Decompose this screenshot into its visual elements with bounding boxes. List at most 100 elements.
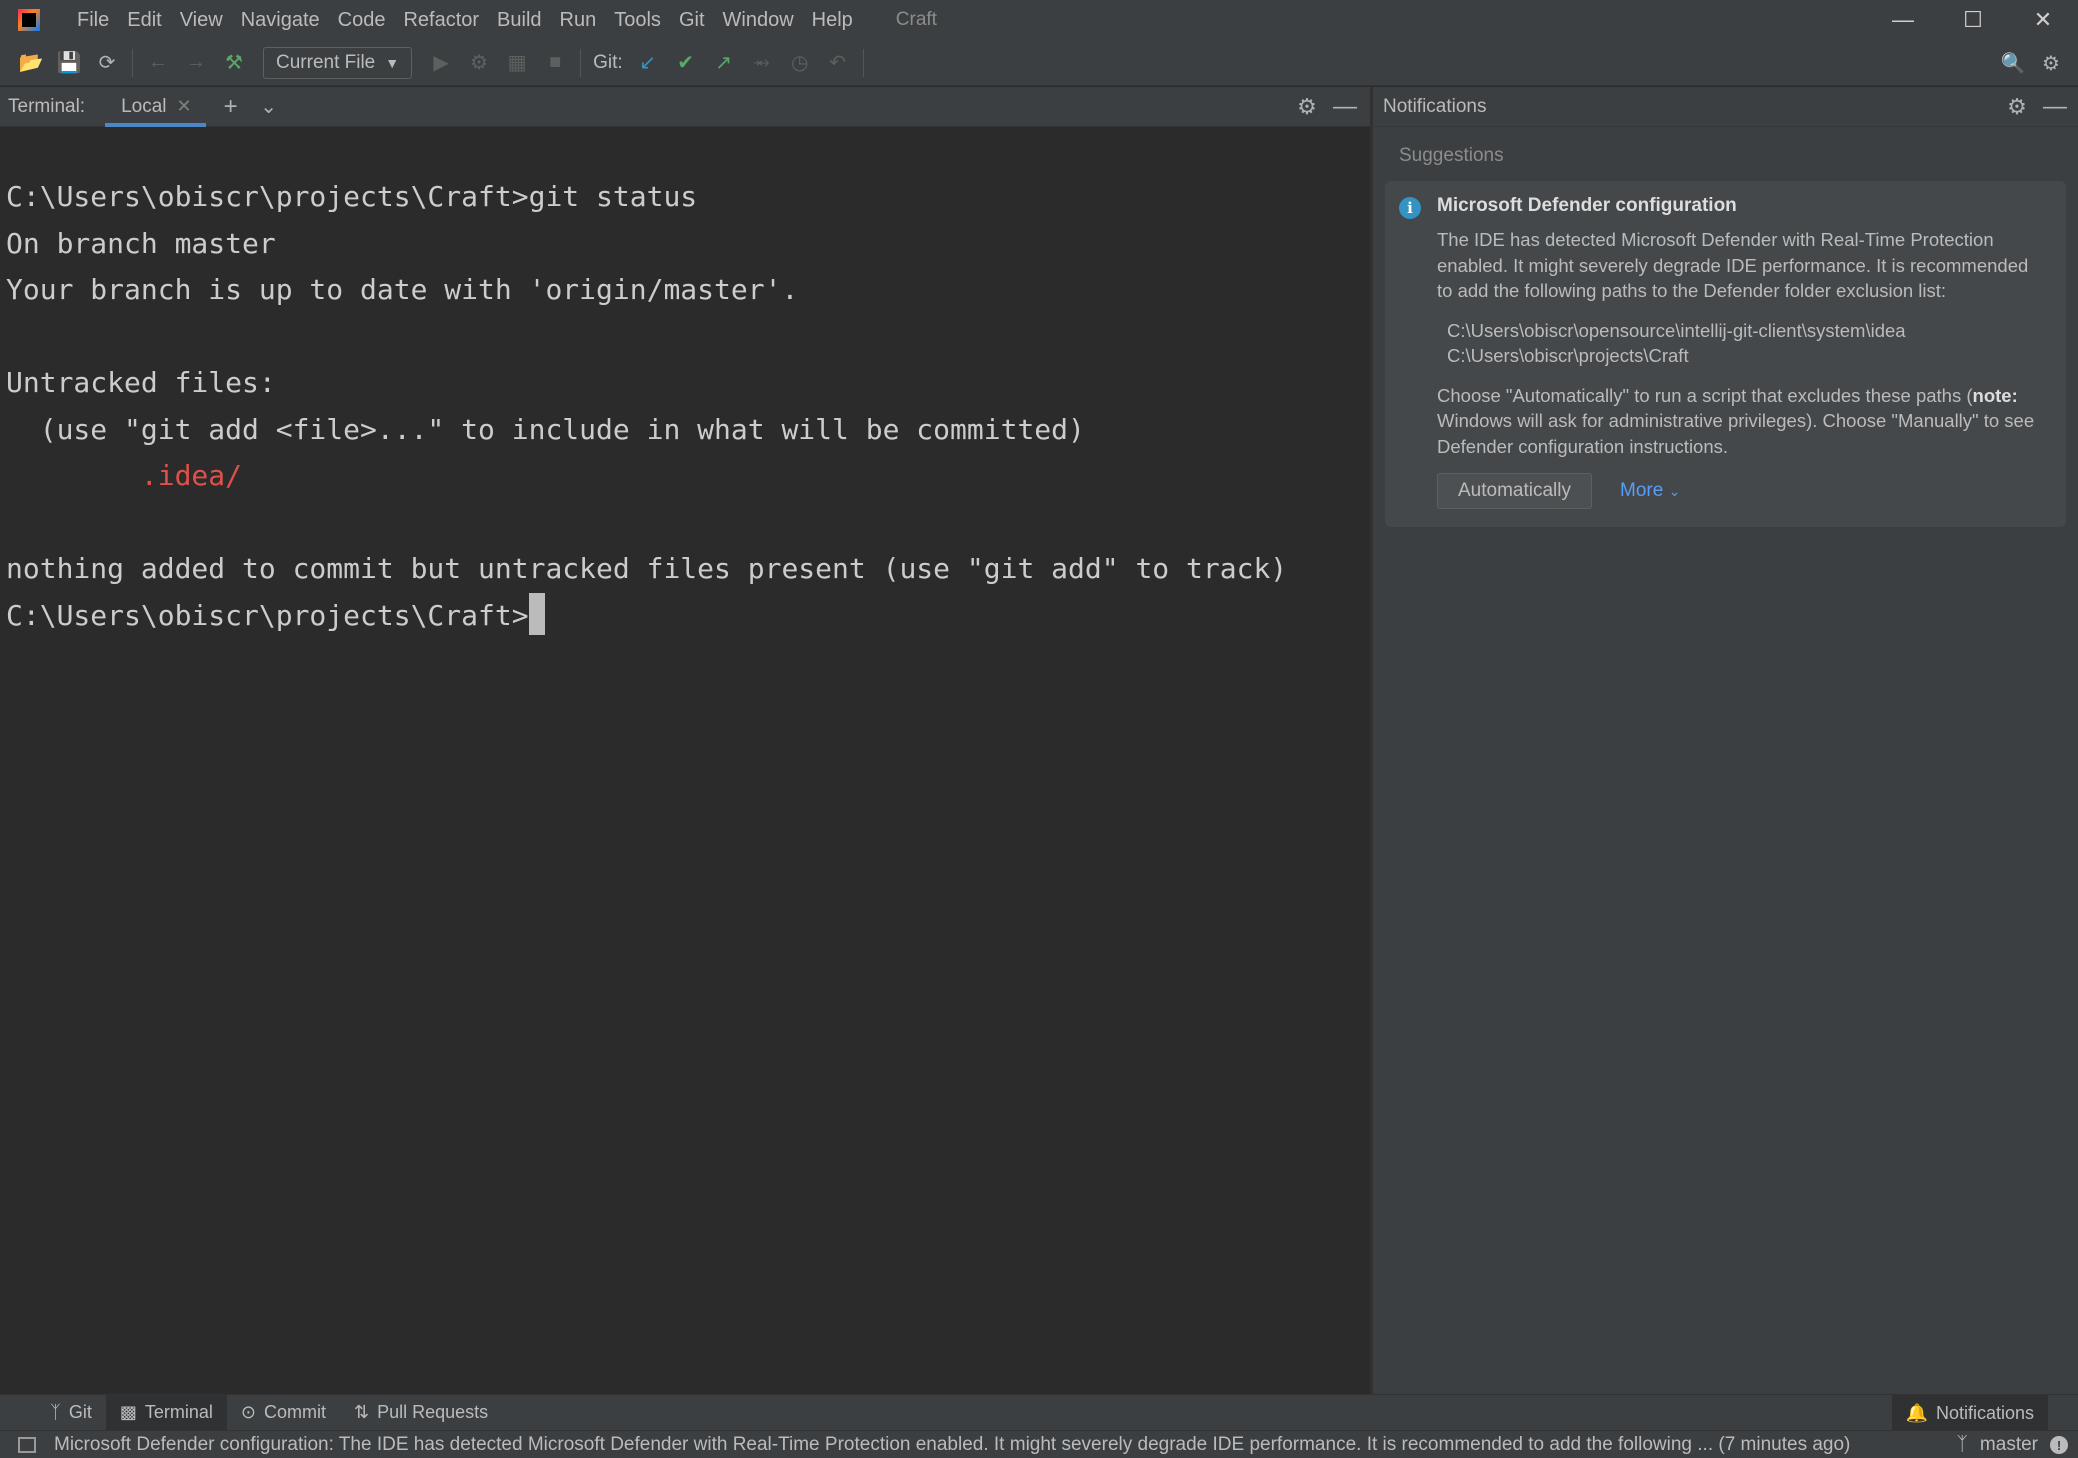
git-update-icon[interactable]: ↙	[629, 44, 667, 82]
toolbar-right: 🔍 ⚙	[1994, 44, 2070, 82]
notifications-header-actions: ⚙ —	[1998, 87, 2074, 127]
main-menu: File Edit View Navigate Code Refactor Bu…	[68, 0, 862, 40]
menu-window[interactable]: Window	[714, 0, 803, 40]
terminal-header: Terminal: Local ✕ + ⌄ ⚙ —	[0, 87, 1370, 127]
open-folder-icon[interactable]: 📂	[12, 44, 50, 82]
new-tab-icon[interactable]: +	[212, 87, 250, 127]
more-label: More	[1620, 480, 1664, 501]
help-icon[interactable]: !	[2050, 1436, 2068, 1454]
rollback-icon[interactable]: ↶	[819, 44, 857, 82]
git-commit-icon[interactable]: ✔	[667, 44, 705, 82]
instructions-text: Choose "Automatically" to run a script t…	[1437, 384, 1973, 406]
build-hammer-icon[interactable]: ⚒	[215, 44, 253, 82]
menu-help[interactable]: Help	[803, 0, 862, 40]
exclusion-path: C:\Users\obiscr\projects\Craft	[1447, 345, 1689, 366]
app-logo-icon	[18, 9, 40, 31]
terminal-output[interactable]: C:\Users\obiscr\projects\Craft>git statu…	[0, 128, 1370, 1394]
chevron-down-icon: ▼	[385, 54, 400, 71]
tool-label: Pull Requests	[377, 1402, 489, 1422]
pull-request-icon: ⇅	[353, 1402, 370, 1422]
toolbar-divider	[862, 48, 864, 77]
terminal-line: C:\Users\obiscr\projects\Craft>git statu…	[6, 180, 698, 213]
minimize-icon[interactable]: —	[1868, 0, 1938, 40]
notifications-title: Notifications	[1383, 95, 1487, 117]
terminal-cursor	[528, 592, 545, 635]
run-config-selector[interactable]: Current File ▼	[263, 46, 413, 79]
menu-code[interactable]: Code	[329, 0, 395, 40]
instructions-note: note:	[1972, 384, 2018, 406]
close-icon[interactable]: ✕	[2008, 0, 2078, 40]
stop-icon[interactable]: ■	[536, 44, 574, 82]
tool-label: Terminal	[144, 1402, 213, 1422]
tool-windows-toggle-icon[interactable]	[18, 1436, 36, 1453]
tool-window-bar: ᛉ Git ▩ Terminal ⊙ Commit ⇅ Pull Request…	[0, 1394, 2078, 1431]
main-toolbar: 📂 💾 ⟳ ← → ⚒ Current File ▼ ▶ ⚙ ▦ ■ Git: …	[0, 40, 2078, 86]
tool-git[interactable]: ᛉ Git	[36, 1395, 106, 1431]
menu-file[interactable]: File	[68, 0, 118, 40]
gear-icon[interactable]: ⚙	[1998, 87, 2036, 127]
tab-local[interactable]: Local ✕	[105, 87, 206, 127]
terminal-title: Terminal:	[8, 95, 86, 117]
tool-commit[interactable]: ⊙ Commit	[227, 1395, 340, 1431]
back-icon[interactable]: ←	[139, 44, 177, 82]
exclusion-path: C:\Users\obiscr\opensource\intellij-git-…	[1447, 319, 1906, 341]
git-branch-widget[interactable]: master	[1980, 1434, 2038, 1456]
notification-title: Microsoft Defender configuration	[1437, 195, 1737, 216]
untracked-file-line: .idea/	[6, 459, 243, 492]
title-bar: File Edit View Navigate Code Refactor Bu…	[0, 0, 2078, 40]
more-dropdown[interactable]: More ⌄	[1620, 480, 1680, 502]
notifications-header: Notifications ⚙ —	[1373, 87, 2078, 127]
tool-label: Notifications	[1935, 1402, 2034, 1423]
tool-terminal[interactable]: ▩ Terminal	[105, 1394, 227, 1431]
git-branches-icon[interactable]: ⥇	[743, 44, 781, 82]
terminal-icon: ▩	[119, 1402, 137, 1422]
debug-icon[interactable]: ⚙	[460, 44, 498, 82]
menu-tools[interactable]: Tools	[605, 0, 670, 40]
terminal-line: Your branch is up to date with 'origin/m…	[6, 273, 799, 306]
settings-icon[interactable]: ⚙	[2032, 44, 2070, 82]
coverage-icon[interactable]: ▦	[498, 44, 536, 82]
menu-view[interactable]: View	[171, 0, 232, 40]
save-icon[interactable]: 💾	[50, 44, 88, 82]
toolbar-divider	[580, 48, 582, 77]
maximize-icon[interactable]: ☐	[1938, 0, 2008, 40]
suggestions-heading: Suggestions	[1399, 145, 1504, 166]
terminal-line: (use "git add <file>..." to include in w…	[6, 412, 1085, 446]
notification-actions: Automatically More ⌄	[1437, 473, 2048, 509]
sync-icon[interactable]: ⟳	[88, 44, 126, 82]
chevron-down-icon[interactable]: ⌄	[250, 87, 288, 127]
menu-run[interactable]: Run	[551, 0, 606, 40]
branch-icon: ᛉ	[50, 1402, 61, 1422]
gear-icon[interactable]: ⚙	[1288, 87, 1326, 127]
instructions-text: Windows will ask for administrative priv…	[1437, 410, 2035, 457]
run-icon[interactable]: ▶	[422, 44, 460, 82]
bell-icon: 🔔	[1905, 1402, 1928, 1423]
terminal-prompt: C:\Users\obiscr\projects\Craft>	[6, 598, 529, 632]
forward-icon[interactable]: →	[177, 44, 215, 82]
history-icon[interactable]: ◷	[781, 44, 819, 82]
menu-edit[interactable]: Edit	[118, 0, 170, 40]
menu-git[interactable]: Git	[670, 0, 714, 40]
commit-icon: ⊙	[240, 1402, 256, 1422]
hide-panel-icon[interactable]: —	[2036, 87, 2074, 127]
automatically-button[interactable]: Automatically	[1437, 473, 1592, 509]
branch-icon: ᛉ	[1956, 1434, 1968, 1455]
menu-refactor[interactable]: Refactor	[394, 0, 488, 40]
menu-build[interactable]: Build	[488, 0, 550, 40]
git-push-icon[interactable]: ↗	[705, 44, 743, 82]
status-message[interactable]: Microsoft Defender configuration: The ID…	[54, 1434, 1890, 1456]
menu-navigate[interactable]: Navigate	[232, 0, 329, 40]
hide-panel-icon[interactable]: —	[1326, 87, 1364, 127]
terminal-header-actions: ⚙ —	[1288, 87, 1364, 127]
tool-notifications[interactable]: 🔔 Notifications	[1891, 1395, 2048, 1431]
notification-body: The IDE has detected Microsoft Defender …	[1437, 229, 2029, 301]
info-icon: i	[1399, 197, 1421, 219]
terminal-line: Untracked files:	[6, 366, 276, 399]
notifications-panel: Notifications ⚙ — Suggestions i Microsof…	[1373, 87, 2078, 1394]
tool-label: Git	[68, 1402, 92, 1422]
project-name: Craft	[895, 9, 937, 30]
search-icon[interactable]: 🔍	[1994, 44, 2032, 82]
close-tab-icon[interactable]: ✕	[177, 96, 192, 117]
tool-pull-requests[interactable]: ⇅ Pull Requests	[340, 1395, 502, 1431]
